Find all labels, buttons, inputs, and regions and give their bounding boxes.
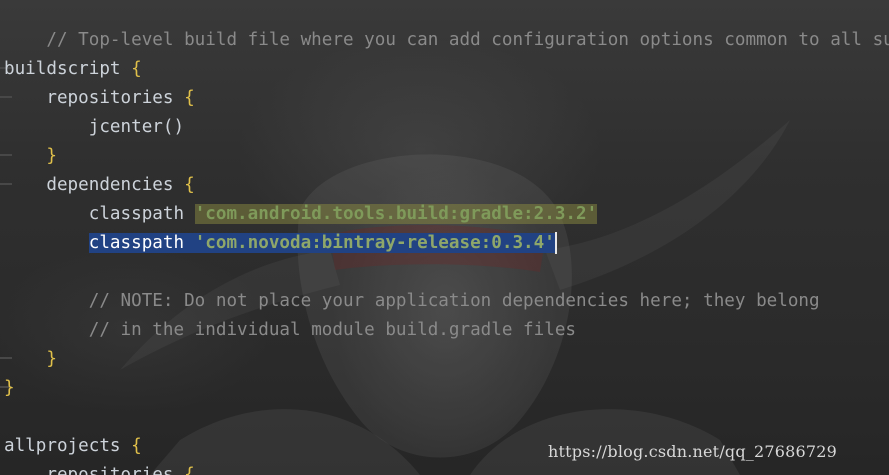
code-line[interactable]: repositories {: [4, 461, 195, 475]
code-line[interactable]: }: [4, 345, 57, 374]
code-line[interactable]: jcenter(): [4, 113, 184, 142]
code-brace: {: [184, 88, 195, 108]
code-brace: }: [46, 146, 57, 166]
code-brace: {: [184, 465, 195, 475]
code-keyword: buildscript: [4, 59, 121, 79]
code-keyword: classpath: [88, 204, 185, 224]
code-brace: {: [131, 59, 142, 79]
code-line[interactable]: buildscript {: [4, 55, 142, 84]
code-brace: }: [4, 378, 15, 398]
code-line-selected[interactable]: classpath 'com.novoda:bintray-release:0.…: [4, 229, 557, 258]
code-keyword: repositories: [46, 88, 174, 108]
code-line[interactable]: // NOTE: Do not place your application d…: [4, 287, 820, 316]
code-call: jcenter(): [88, 117, 185, 137]
code-comment: // Top-level build file where you can ad…: [46, 30, 889, 50]
code-keyword: repositories: [46, 465, 174, 475]
text-selection: classpath 'com.novoda:bintray-release:0.…: [88, 233, 555, 253]
code-line[interactable]: }: [4, 142, 57, 171]
code-line[interactable]: allprojects {: [4, 432, 142, 461]
code-comment: // NOTE: Do not place your application d…: [88, 291, 820, 311]
code-string: 'com.novoda:bintray-release:0.3.4': [194, 233, 555, 253]
code-brace: {: [131, 436, 142, 456]
code-line[interactable]: // Top-level build file where you can ad…: [4, 0, 889, 50]
code-keyword: classpath: [88, 233, 185, 253]
code-line[interactable]: repositories {: [4, 84, 195, 113]
text-caret: [554, 232, 557, 254]
code-brace: {: [184, 175, 195, 195]
code-string-highlighted: 'com.android.tools.build:gradle:2.3.2': [194, 204, 598, 224]
code-line[interactable]: }: [4, 374, 15, 403]
code-comment: // in the individual module build.gradle…: [88, 320, 576, 340]
code-line[interactable]: dependencies {: [4, 171, 195, 200]
code-editor[interactable]: // Top-level build file where you can ad…: [0, 0, 889, 475]
code-line[interactable]: classpath 'com.android.tools.build:gradl…: [4, 200, 598, 229]
code-keyword: allprojects: [4, 436, 121, 456]
code-keyword: dependencies: [46, 175, 174, 195]
code-line[interactable]: // in the individual module build.gradle…: [4, 316, 576, 345]
code-brace: }: [46, 349, 57, 369]
watermark-url: https://blog.csdn.net/qq_27686729: [548, 442, 838, 461]
